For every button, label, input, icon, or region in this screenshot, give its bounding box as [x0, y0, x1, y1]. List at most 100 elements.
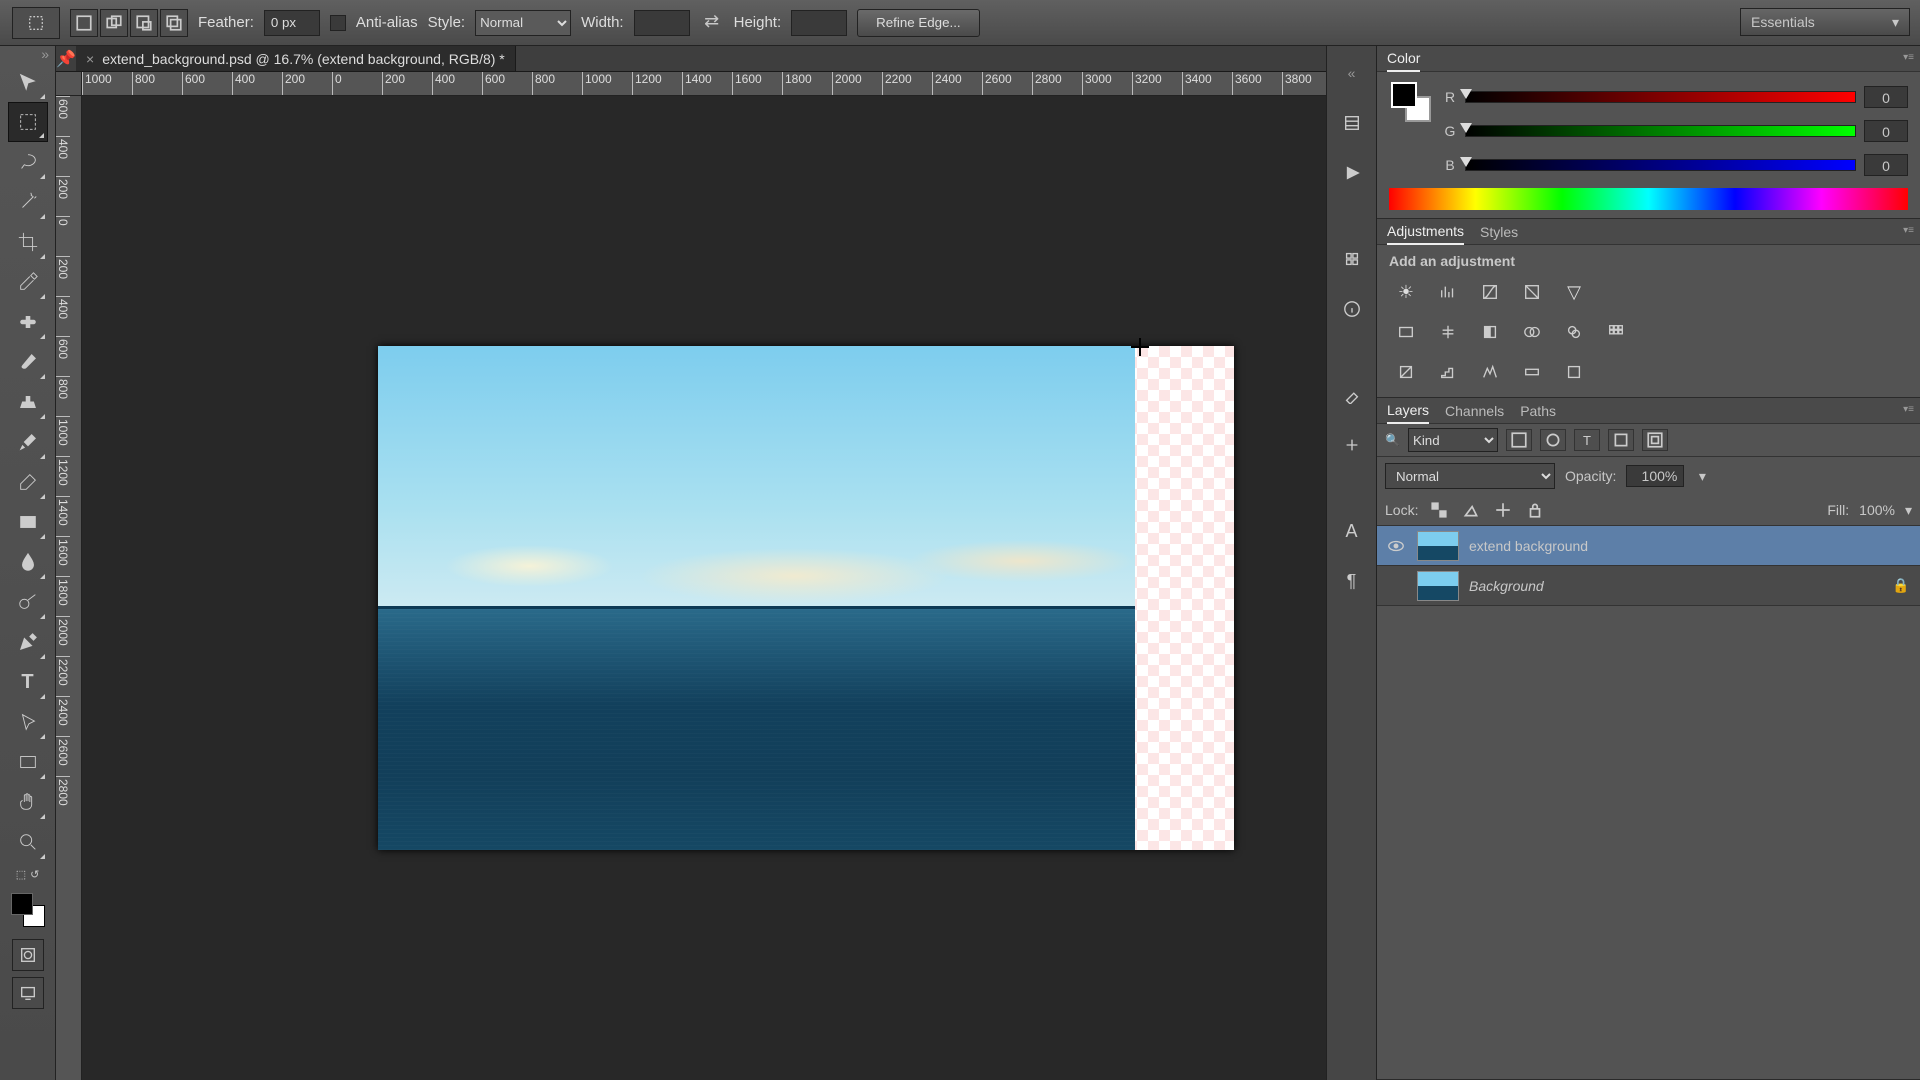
- fill-dropdown-icon[interactable]: ▾: [1905, 502, 1912, 519]
- tool-preset-picker[interactable]: [12, 7, 60, 39]
- color-spectrum[interactable]: [1389, 188, 1908, 210]
- history-panel-icon[interactable]: [1335, 106, 1369, 140]
- blend-mode-select[interactable]: Normal: [1385, 463, 1555, 489]
- crop-tool-icon[interactable]: [8, 222, 48, 262]
- lock-image-icon[interactable]: [1460, 499, 1482, 521]
- properties-panel-icon[interactable]: [1335, 242, 1369, 276]
- layer-thumbnail[interactable]: [1417, 531, 1459, 561]
- fg-swatch[interactable]: [1391, 82, 1417, 108]
- opacity-value[interactable]: 100%: [1626, 465, 1684, 487]
- r-value[interactable]: 0: [1864, 86, 1908, 108]
- g-slider[interactable]: [1465, 125, 1856, 137]
- default-colors-icon[interactable]: ⬚: [16, 868, 26, 881]
- dodge-tool-icon[interactable]: [8, 582, 48, 622]
- swap-colors-icon[interactable]: ↺: [30, 868, 39, 881]
- layer-name[interactable]: extend background: [1469, 538, 1882, 554]
- blur-tool-icon[interactable]: [8, 542, 48, 582]
- paths-tab[interactable]: Paths: [1520, 399, 1556, 423]
- layer-row[interactable]: extend background: [1377, 526, 1920, 566]
- r-slider[interactable]: [1465, 91, 1856, 103]
- quick-mask-icon[interactable]: [12, 939, 44, 971]
- brush-tool-icon[interactable]: [8, 342, 48, 382]
- vertical-ruler[interactable]: 6004002000200400600800100012001400160018…: [56, 96, 82, 1080]
- height-input[interactable]: [791, 10, 847, 36]
- brush-panel-icon[interactable]: [1335, 378, 1369, 412]
- b-value[interactable]: 0: [1864, 154, 1908, 176]
- filter-adjustment-icon[interactable]: [1540, 429, 1566, 451]
- panel-menu-icon[interactable]: ▾≡: [1903, 52, 1914, 63]
- selective-color-adjustment-icon[interactable]: [1557, 355, 1591, 389]
- toolbox-handle[interactable]: »: [0, 46, 55, 62]
- close-tab-icon[interactable]: ×: [86, 51, 94, 67]
- foreground-color-swatch[interactable]: [11, 893, 33, 915]
- screen-mode-icon[interactable]: [12, 977, 44, 1009]
- actions-panel-icon[interactable]: [1335, 156, 1369, 190]
- marquee-tool-icon[interactable]: [8, 102, 48, 142]
- lock-transparency-icon[interactable]: [1428, 499, 1450, 521]
- adjustments-tab[interactable]: Adjustments: [1387, 219, 1464, 245]
- visibility-toggle-icon[interactable]: [1385, 535, 1407, 557]
- layer-lock-icon[interactable]: 🔒: [1892, 577, 1912, 594]
- canvas-area[interactable]: [82, 96, 1326, 1080]
- lock-position-icon[interactable]: [1492, 499, 1514, 521]
- panel-menu-icon[interactable]: ▾≡: [1903, 404, 1914, 415]
- feather-input[interactable]: [264, 10, 320, 36]
- eyedropper-tool-icon[interactable]: [8, 262, 48, 302]
- levels-adjustment-icon[interactable]: [1431, 275, 1465, 309]
- fill-value[interactable]: 100%: [1859, 502, 1895, 518]
- panel-menu-icon[interactable]: ▾≡: [1903, 225, 1914, 236]
- hue-sat-adjustment-icon[interactable]: [1389, 315, 1423, 349]
- clone-stamp-tool-icon[interactable]: [8, 382, 48, 422]
- collapse-arrow-icon[interactable]: «: [1335, 56, 1369, 90]
- exposure-adjustment-icon[interactable]: [1515, 275, 1549, 309]
- photo-filter-adjustment-icon[interactable]: [1515, 315, 1549, 349]
- filter-shape-icon[interactable]: [1608, 429, 1634, 451]
- layer-thumbnail[interactable]: [1417, 571, 1459, 601]
- layers-tab[interactable]: Layers: [1387, 398, 1429, 424]
- invert-adjustment-icon[interactable]: [1389, 355, 1423, 389]
- visibility-toggle-icon[interactable]: [1385, 575, 1407, 597]
- filter-pixel-icon[interactable]: [1506, 429, 1532, 451]
- clone-source-panel-icon[interactable]: [1335, 428, 1369, 462]
- lock-all-icon[interactable]: [1524, 499, 1546, 521]
- color-tab[interactable]: Color: [1387, 46, 1420, 72]
- color-swatches[interactable]: [7, 889, 49, 931]
- posterize-adjustment-icon[interactable]: [1431, 355, 1465, 389]
- magic-wand-tool-icon[interactable]: [8, 182, 48, 222]
- horizontal-ruler[interactable]: 1000800600400200020040060080010001200140…: [82, 72, 1326, 96]
- color-lookup-adjustment-icon[interactable]: [1599, 315, 1633, 349]
- swap-dimensions-icon[interactable]: ⇄: [700, 11, 724, 35]
- history-brush-tool-icon[interactable]: [8, 422, 48, 462]
- character-panel-icon[interactable]: A: [1335, 514, 1369, 548]
- lasso-tool-icon[interactable]: [8, 142, 48, 182]
- info-panel-icon[interactable]: [1335, 292, 1369, 326]
- ruler-origin[interactable]: [56, 72, 82, 96]
- selection-new-icon[interactable]: [70, 9, 98, 37]
- selection-add-icon[interactable]: [100, 9, 128, 37]
- opacity-dropdown-icon[interactable]: ▾: [1694, 468, 1710, 485]
- move-tool-icon[interactable]: [8, 62, 48, 102]
- b-slider[interactable]: [1465, 159, 1856, 171]
- selection-subtract-icon[interactable]: [130, 9, 158, 37]
- gradient-tool-icon[interactable]: [8, 502, 48, 542]
- width-input[interactable]: [634, 10, 690, 36]
- rectangle-tool-icon[interactable]: [8, 742, 48, 782]
- document-tab[interactable]: × extend_background.psd @ 16.7% (extend …: [76, 46, 516, 71]
- refine-edge-button[interactable]: Refine Edge...: [857, 9, 979, 37]
- bw-adjustment-icon[interactable]: [1473, 315, 1507, 349]
- brightness-adjustment-icon[interactable]: ☀: [1389, 275, 1423, 309]
- workspace-switcher[interactable]: Essentials ▾: [1740, 8, 1910, 36]
- tab-pin-icon[interactable]: 📌: [56, 49, 76, 69]
- color-swatch-pair[interactable]: [1389, 80, 1433, 124]
- healing-brush-tool-icon[interactable]: [8, 302, 48, 342]
- filter-type-icon[interactable]: T: [1574, 429, 1600, 451]
- anti-alias-checkbox[interactable]: [330, 15, 346, 31]
- layer-name[interactable]: Background: [1469, 578, 1882, 594]
- type-tool-icon[interactable]: T: [8, 662, 48, 702]
- styles-tab[interactable]: Styles: [1480, 220, 1518, 244]
- filter-kind-select[interactable]: Kind: [1408, 428, 1498, 452]
- document-canvas[interactable]: [378, 346, 1234, 850]
- layer-row[interactable]: Background 🔒: [1377, 566, 1920, 606]
- gradient-map-adjustment-icon[interactable]: [1515, 355, 1549, 389]
- selection-intersect-icon[interactable]: [160, 9, 188, 37]
